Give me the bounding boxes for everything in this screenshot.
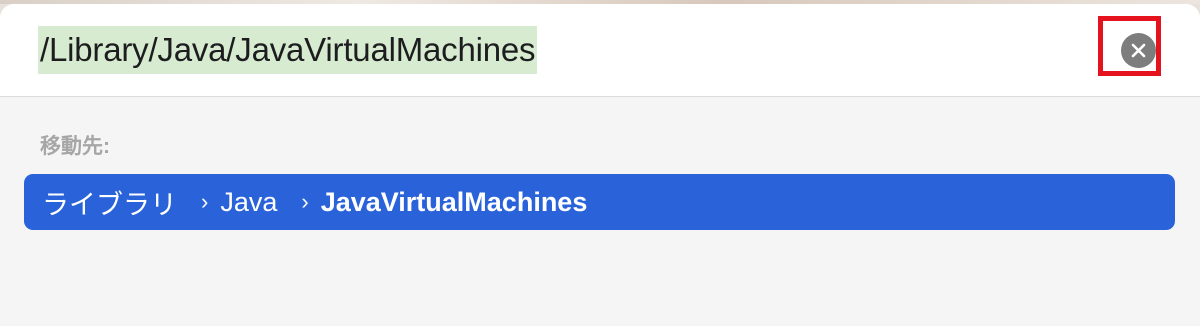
breadcrumb-java: Java xyxy=(220,186,278,217)
go-to-folder-dialog: /Library/Java/JavaVirtualMachines 移動先: ラ… xyxy=(0,4,1200,326)
path-input[interactable]: /Library/Java/JavaVirtualMachines xyxy=(38,26,538,74)
section-label-destination: 移動先: xyxy=(40,135,110,158)
breadcrumb-java-virtual-machines: JavaVirtualMachines xyxy=(320,186,588,217)
chevron-right-icon: › xyxy=(301,189,309,214)
chevron-right-icon: › xyxy=(201,189,209,214)
annotation-highlight-box xyxy=(1098,16,1161,76)
result-row[interactable]: ライブラリ › Java › JavaVirtualMachines xyxy=(24,174,1175,230)
path-search-row: /Library/Java/JavaVirtualMachines xyxy=(0,4,1200,97)
breadcrumb-library: ライブラリ xyxy=(42,189,177,220)
